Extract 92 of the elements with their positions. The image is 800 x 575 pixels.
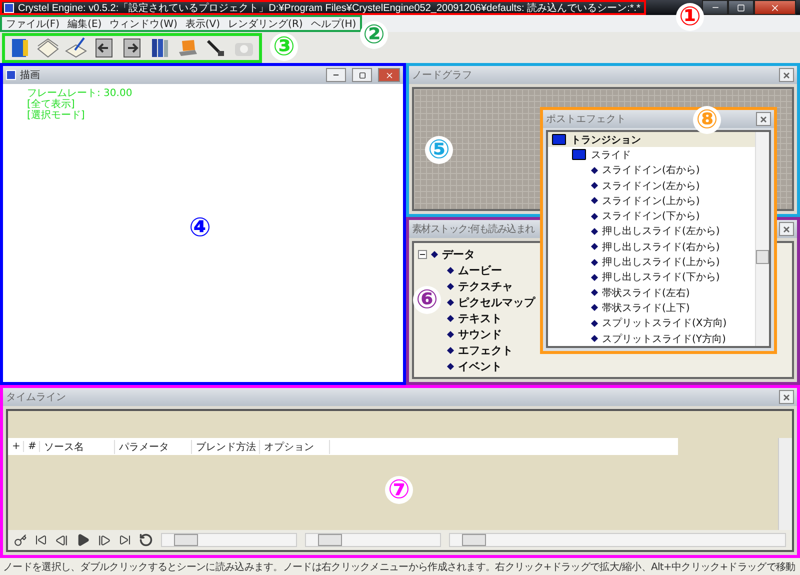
bullet-icon: [446, 282, 454, 290]
callout-number: ③: [270, 33, 298, 61]
panel-left-icon: [93, 36, 115, 58]
menu-item[interactable]: 編集(E): [64, 16, 106, 30]
column-header[interactable]: ブレンド方法: [192, 440, 260, 454]
column-header[interactable]: +: [8, 441, 24, 452]
toolbar-button[interactable]: [93, 36, 115, 58]
close-icon: [783, 72, 790, 78]
bullet-icon: [590, 274, 598, 281]
close-icon: [770, 2, 780, 12]
overlay-text: [選択モード]: [27, 110, 86, 121]
close-icon: [384, 70, 394, 80]
collapse-toggle[interactable]: [418, 250, 427, 258]
menu-item[interactable]: レンダリング(R): [224, 16, 307, 30]
tree-item[interactable]: ムービー: [458, 262, 502, 278]
step-back-icon[interactable]: [55, 534, 68, 546]
app-icon: [6, 70, 16, 80]
menu-item[interactable]: ヘルプ(H): [306, 16, 360, 30]
binder-icon: [9, 36, 31, 58]
bullet-icon: [446, 362, 454, 370]
window-title: Crystel Engine: v0.5.2:「設定されているプロジェクト」D:¥Program Files¥CrystelEngine052_20091206¥defaults: 読み込んでいるシーン:*.*: [18, 2, 640, 14]
close-button[interactable]: [779, 390, 794, 404]
scrollbar[interactable]: [161, 533, 297, 547]
maximize-icon: [358, 72, 366, 78]
bullet-icon: [446, 314, 454, 322]
column-header[interactable]: パラメータ: [115, 440, 192, 454]
tree-item[interactable]: テクスチャ: [458, 278, 513, 294]
overlay-text: [全て表示]: [27, 99, 76, 110]
maximize-button[interactable]: [728, 0, 754, 15]
panel-title: 描画: [20, 68, 40, 82]
close-icon: [783, 394, 790, 400]
tree-item[interactable]: エフェクト: [458, 342, 513, 358]
tree-item[interactable]: ピクセルマップ: [458, 294, 535, 310]
bullet-icon: [590, 166, 598, 174]
menu-item[interactable]: ファイル(F): [2, 16, 64, 30]
overlay-text: フレームレート: 30.00: [27, 88, 134, 99]
bullet-icon: [590, 334, 598, 342]
scrollbar[interactable]: [778, 438, 792, 530]
step-forward-icon[interactable]: [98, 534, 111, 546]
bullet-icon: [430, 250, 438, 258]
tree-item[interactable]: イベント: [458, 358, 502, 374]
books-icon: [149, 36, 171, 58]
menu-item[interactable]: ウィンドウ(W): [106, 16, 182, 30]
maximize-button[interactable]: [352, 68, 372, 82]
bullet-icon: [590, 197, 598, 204]
toolbar-button[interactable]: [149, 36, 171, 58]
status-text: ノードを選択し、ダブルクリックするとシーンに読み込みます。ノードは右クリックメニューから作成されます。右クリック+ドラッグで拡大/縮小、Alt+中クリック+ドラッグで移動: [3, 560, 796, 574]
bullet-icon: [590, 228, 598, 235]
scrollbar[interactable]: [755, 132, 769, 346]
bullet-icon: [590, 320, 598, 327]
panel-title: ポストエフェクト: [546, 113, 626, 126]
column-header[interactable]: #: [24, 441, 40, 452]
bullet-icon: [590, 212, 598, 220]
play-icon[interactable]: [76, 533, 90, 547]
close-button[interactable]: [756, 112, 771, 126]
folder-icon: [572, 149, 586, 160]
bullet-icon: [590, 289, 598, 296]
bullet-icon: [590, 182, 598, 190]
column-header[interactable]: オプション: [260, 440, 330, 454]
scrollbar[interactable]: [449, 533, 786, 547]
close-button[interactable]: [754, 0, 796, 15]
menu-item[interactable]: 表示(V): [181, 16, 224, 30]
tree-item[interactable]: データ: [442, 246, 475, 262]
panel-title: 素材ストック:何も読み込まれ: [412, 222, 534, 236]
toolbar-button[interactable]: [121, 36, 143, 58]
bullet-icon: [590, 258, 598, 266]
close-button[interactable]: [779, 222, 794, 236]
scrollbar[interactable]: [305, 533, 441, 547]
panel-title: タイムライン: [6, 391, 66, 404]
skip-forward-icon[interactable]: [119, 534, 131, 546]
skip-back-icon[interactable]: [35, 534, 47, 546]
panel-right-icon: [121, 36, 143, 58]
column-header[interactable]: ソース名: [40, 440, 115, 454]
bullet-icon: [446, 298, 454, 306]
panel-title: ノードグラフ: [412, 69, 472, 82]
app-icon: [4, 2, 14, 12]
bullet-icon: [446, 346, 454, 354]
close-button[interactable]: [779, 68, 794, 82]
loop-icon[interactable]: [139, 533, 153, 547]
tree-item[interactable]: サウンド: [458, 326, 502, 342]
tree-item[interactable]: トランジション: [548, 132, 755, 148]
bullet-icon: [590, 243, 598, 250]
folder-icon: [552, 134, 566, 146]
close-icon: [783, 226, 790, 232]
maximize-icon: [737, 4, 745, 12]
bullet-icon: [446, 266, 454, 274]
bullet-icon: [446, 330, 454, 338]
bullet-icon: [590, 304, 598, 312]
tree-item[interactable]: テキスト: [458, 310, 502, 326]
key-icon[interactable]: [14, 534, 27, 546]
close-icon: [760, 116, 767, 122]
minimize-button[interactable]: [702, 0, 728, 15]
